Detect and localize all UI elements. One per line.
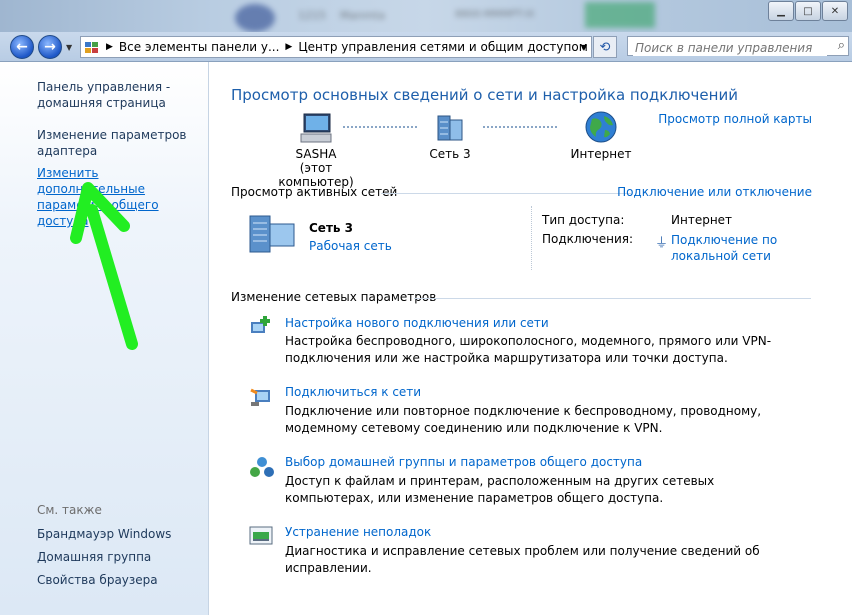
task-troubleshoot-link[interactable]: Устранение неполадок: [285, 525, 431, 539]
blurred-taskbar-icon: [235, 4, 275, 32]
globe-icon: [585, 111, 617, 143]
internet-label: Интернет: [570, 147, 632, 161]
access-type-value: Интернет: [671, 213, 733, 227]
maximize-button[interactable]: □: [795, 1, 821, 21]
window-titlebar: 1215 Manmta 8800-MMMPT-IX ▁ □ ✕: [0, 0, 852, 32]
map-node-network: Сеть 3: [415, 112, 485, 161]
breadcrumb-network-center[interactable]: Центр управления сетями и общим доступом: [295, 40, 590, 54]
sidebar-item-browser-properties[interactable]: Свойства браузера: [37, 572, 202, 588]
task-connect-network-link[interactable]: Подключиться к сети: [285, 385, 421, 399]
window-controls: ▁ □ ✕: [767, 1, 848, 21]
change-settings-heading: Изменение сетевых параметров: [231, 290, 437, 304]
search-icon[interactable]: ⌕: [838, 38, 845, 53]
new-connection-icon: [249, 314, 273, 338]
divider: [414, 298, 811, 299]
control-panel-icon: [81, 40, 103, 54]
back-button[interactable]: ←: [10, 35, 34, 59]
map-node-computer: SASHA (этот компьютер): [271, 112, 361, 189]
sidebar-item-adapter[interactable]: Изменение параметров адаптера: [37, 127, 202, 159]
arrow-right-icon: →: [44, 39, 56, 55]
connections-label: Подключения:: [542, 232, 634, 246]
task-homegroup-link[interactable]: Выбор домашней группы и параметров общег…: [285, 455, 642, 469]
computer-icon: [300, 113, 332, 143]
connect-disconnect-link[interactable]: Подключение или отключение: [617, 185, 812, 199]
breadcrumb[interactable]: ▶ Все элементы панели у... ▶ Центр управ…: [80, 36, 592, 58]
address-dropdown-icon[interactable]: ▼: [581, 43, 587, 52]
blurred-text: 1215: [298, 9, 326, 22]
access-type-label: Тип доступа:: [542, 213, 625, 227]
search-input[interactable]: [633, 40, 827, 56]
network-big-icon: [247, 214, 297, 257]
breadcrumb-separator[interactable]: ▶: [103, 42, 116, 52]
computer-name: SASHA: [295, 147, 337, 161]
breadcrumb-all-items[interactable]: Все элементы панели у...: [116, 40, 282, 54]
refresh-icon: ⟲: [599, 39, 611, 55]
network-type-link[interactable]: Рабочая сеть: [309, 239, 392, 253]
minimize-button[interactable]: ▁: [768, 1, 794, 21]
see-also-heading: См. также: [37, 503, 102, 517]
refresh-button[interactable]: ⟲: [593, 36, 617, 58]
forward-button[interactable]: →: [38, 35, 62, 59]
sidebar-item-home[interactable]: Панель управления - домашняя страница: [37, 79, 202, 111]
divider: [381, 193, 631, 194]
plug-icon: ⏚: [655, 236, 669, 251]
task-new-connection-link[interactable]: Настройка нового подключения или сети: [285, 316, 549, 330]
sidebar-item-advanced-sharing[interactable]: Изменить дополнительные параметры общего…: [37, 165, 202, 229]
map-node-internet: Интернет: [561, 110, 641, 161]
divider: [531, 206, 533, 270]
sidebar-item-firewall[interactable]: Брандмауэр Windows: [37, 526, 202, 542]
main-content: Просмотр основных сведений о сети и наст…: [209, 62, 852, 615]
troubleshoot-icon: [249, 524, 273, 548]
task-connect-network-desc: Подключение или повторное подключение к …: [285, 404, 762, 435]
sidebar-item-homegroup[interactable]: Домашняя группа: [37, 549, 202, 565]
network-name: Сеть 3: [309, 221, 354, 235]
homegroup-icon: [249, 454, 274, 478]
blurred-text: 8800-MMMPT-IX: [455, 9, 535, 20]
close-button[interactable]: ✕: [822, 1, 848, 21]
blurred-logo: [585, 2, 655, 28]
connect-network-icon: [249, 384, 273, 408]
active-networks-heading: Просмотр активных сетей: [231, 185, 398, 199]
page-title: Просмотр основных сведений о сети и наст…: [231, 86, 738, 104]
network-node-label: Сеть 3: [429, 147, 471, 161]
map-link: [343, 126, 417, 128]
sidebar: Панель управления - домашняя страница Из…: [0, 62, 209, 615]
search-box[interactable]: ⌕: [627, 36, 849, 56]
map-link: [483, 126, 557, 128]
blurred-text: Manmta: [340, 9, 385, 22]
recent-pages-dropdown[interactable]: ▼: [66, 43, 72, 52]
task-new-connection-desc: Настройка беспроводного, широкополосного…: [285, 334, 772, 365]
full-map-link[interactable]: Просмотр полной карты: [658, 112, 812, 126]
lan-connection-link[interactable]: Подключение по локальной сети: [671, 232, 781, 264]
task-troubleshoot-desc: Диагностика и исправление сетевых пробле…: [285, 544, 760, 575]
address-toolbar: ← → ▼ ▶ Все элементы панели у... ▶ Центр…: [0, 32, 852, 62]
network-icon: [437, 115, 463, 141]
breadcrumb-separator[interactable]: ▶: [282, 42, 295, 52]
arrow-left-icon: ←: [16, 39, 28, 55]
task-homegroup-desc: Доступ к файлам и принтерам, расположенн…: [285, 474, 715, 505]
